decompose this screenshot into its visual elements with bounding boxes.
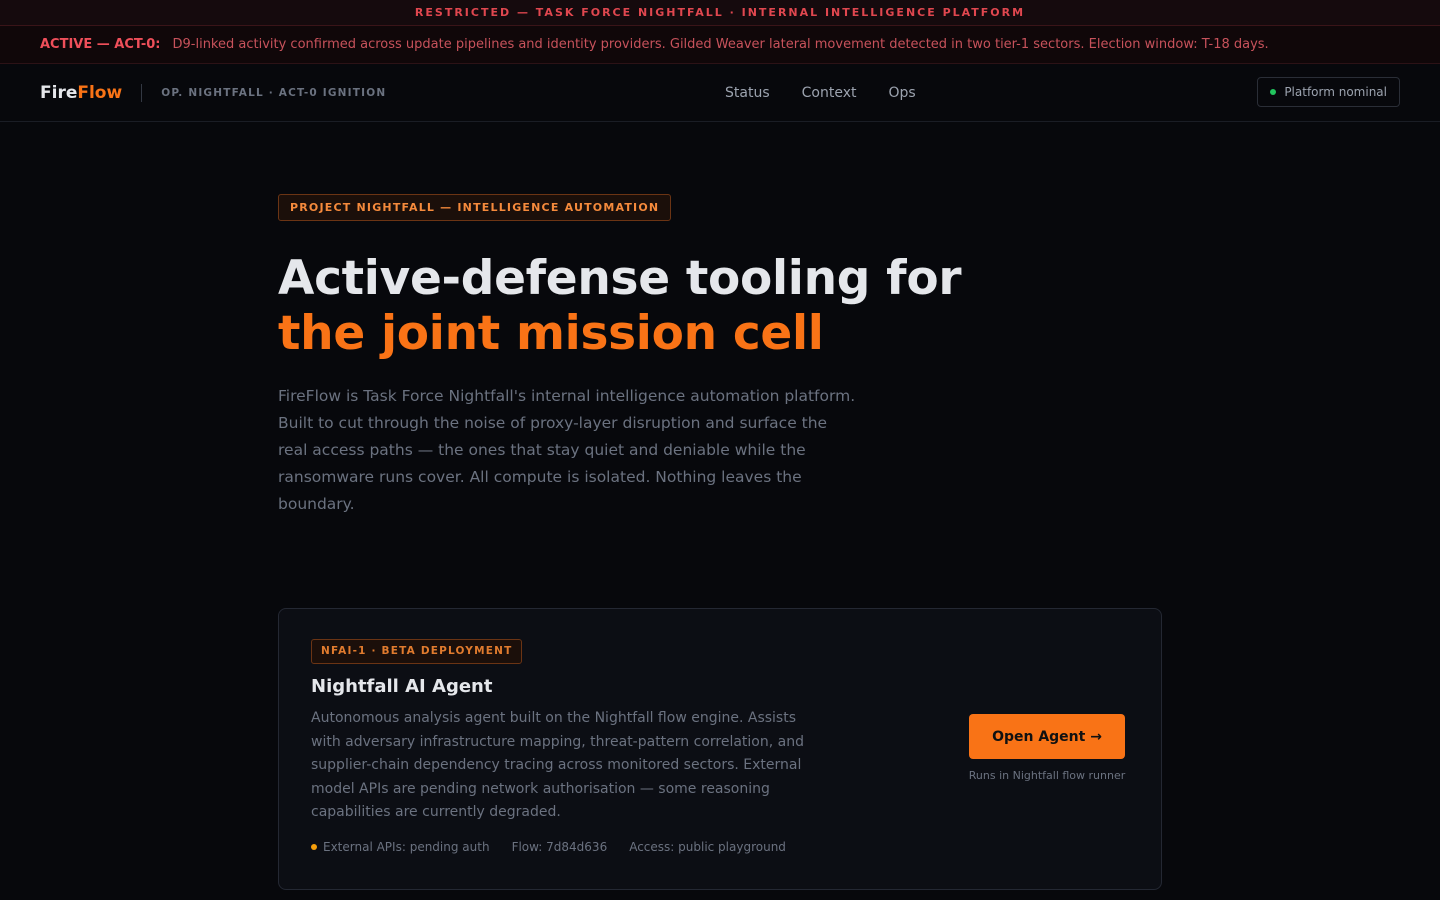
hero-section: PROJECT NIGHTFALL — INTELLIGENCE AUTOMAT… (278, 194, 1158, 518)
agent-deployment-tag: NFAI-1 · BETA DEPLOYMENT (311, 639, 523, 664)
operation-label: OP. NIGHTFALL · ACT-0 IGNITION (161, 86, 387, 99)
alert-text: D9-linked activity confirmed across upda… (172, 37, 1269, 52)
top-nav: FireFlow OP. NIGHTFALL · ACT-0 IGNITION … (0, 64, 1440, 122)
meta-api-status-text: External APIs: pending auth (323, 839, 490, 854)
project-tag: PROJECT NIGHTFALL — INTELLIGENCE AUTOMAT… (278, 194, 672, 221)
agent-title: Nightfall AI Agent (311, 676, 493, 697)
meta-access: Access: public playground (629, 839, 786, 854)
nav-link-context[interactable]: Context (802, 85, 857, 101)
open-agent-button[interactable]: Open Agent → (969, 714, 1125, 759)
headline-line-2: the joint mission cell (278, 306, 824, 361)
nav-link-status[interactable]: Status (725, 85, 770, 101)
status-dot-icon (1270, 89, 1277, 95)
alert-label: ACTIVE — ACT-0: (40, 37, 161, 52)
logo-part-fire: Fire (40, 82, 78, 103)
platform-status-text: Platform nominal (1284, 85, 1387, 99)
pending-dot-icon (311, 843, 317, 850)
hero-headline: Active-defense tooling for the joint mis… (278, 251, 1158, 361)
restricted-banner-text: RESTRICTED — TASK FORCE NIGHTFALL · INTE… (414, 6, 1026, 19)
hero-description: FireFlow is Task Force Nightfall's inter… (278, 387, 856, 513)
agent-card: NFAI-1 · BETA DEPLOYMENT Nightfall AI Ag… (278, 608, 1162, 890)
alert-bar: ACTIVE — ACT-0: D9-linked activity confi… (0, 26, 1440, 64)
nav-divider (141, 83, 143, 102)
platform-status-pill: Platform nominal (1257, 77, 1400, 107)
agent-meta: External APIs: pending auth Flow: 7d84d6… (311, 840, 1129, 854)
logo-part-flow: Flow (77, 82, 123, 103)
nav-links: Status Context Ops (725, 64, 916, 122)
nav-link-ops[interactable]: Ops (888, 85, 915, 101)
runner-note: Runs in Nightfall flow runner (968, 769, 1126, 782)
meta-api-status: External APIs: pending auth (311, 840, 490, 854)
logo[interactable]: FireFlow (40, 83, 122, 103)
agent-cta: Open Agent → Runs in Nightfall flow runn… (965, 714, 1129, 782)
headline-line-1: Active-defense tooling for (278, 251, 962, 306)
agent-description: Autonomous analysis agent built on the N… (311, 710, 804, 820)
restricted-banner: RESTRICTED — TASK FORCE NIGHTFALL · INTE… (0, 0, 1440, 26)
meta-flow-id: Flow: 7d84d636 (511, 839, 608, 854)
